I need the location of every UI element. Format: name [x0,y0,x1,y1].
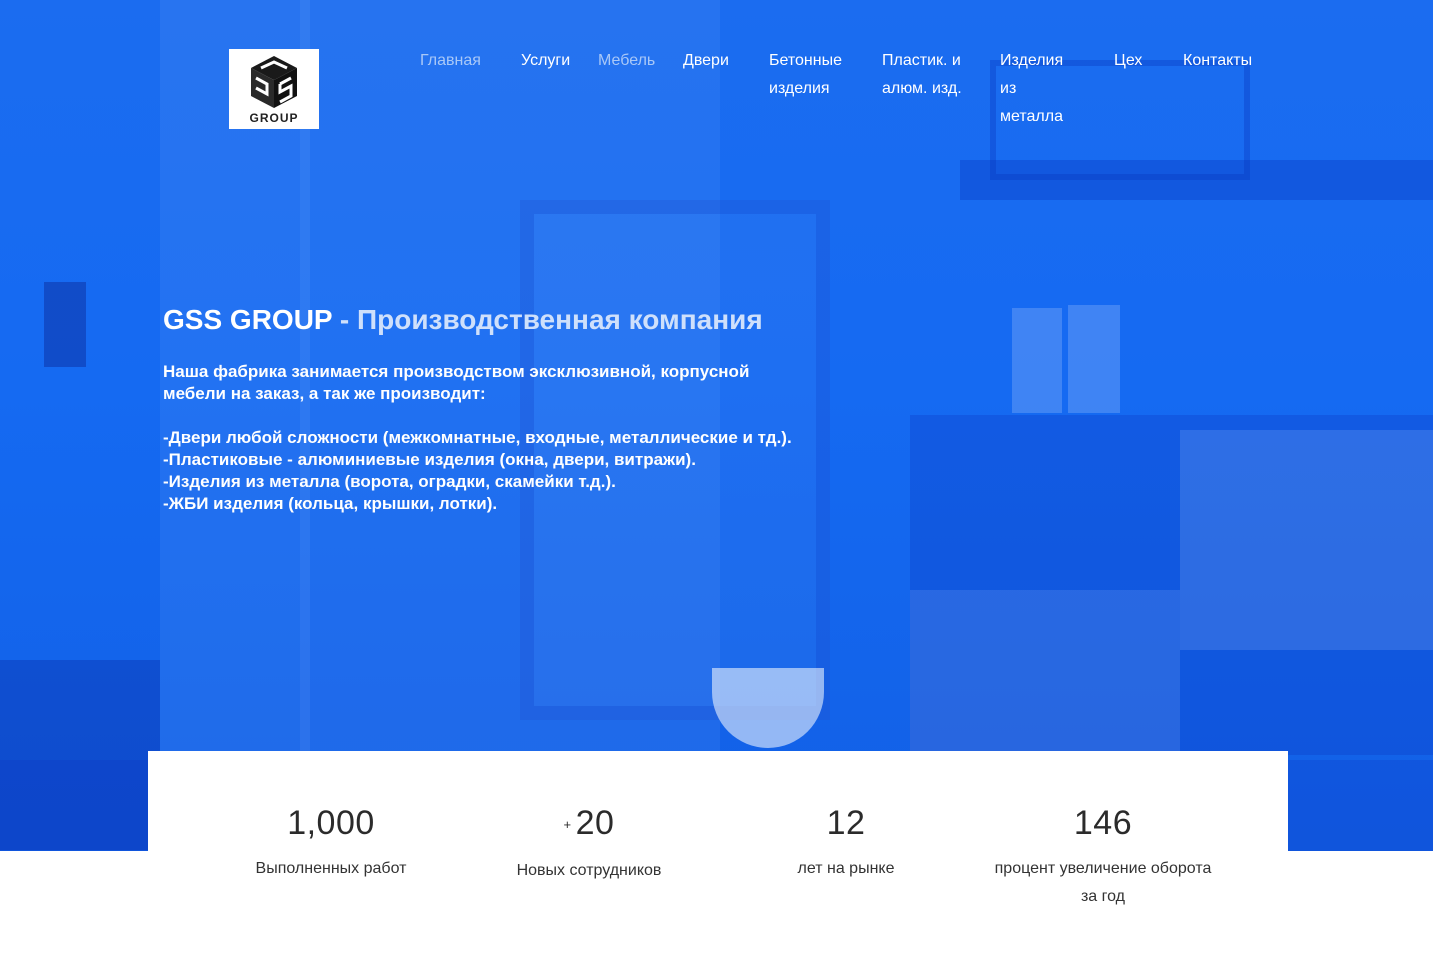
stat-number: 12 [826,804,866,842]
stat-value: 146 [973,803,1233,843]
stat-number: 146 [1073,804,1133,842]
stat-label: Выполненных работ [255,860,407,877]
list-item: -Двери любой сложности (межкомнатные, вх… [163,428,792,447]
background-drawer [1180,430,1433,650]
company-description: Наша фабрика занимается производством эк… [163,361,793,515]
main-nav: Главная Услуги Мебель Двери Бетонные изд… [0,47,1433,147]
stat-prefix: + [563,817,572,833]
page-subtitle: Производственная компания [356,304,763,335]
stat-label: Новых сотрудников [516,862,662,880]
nav-item-workshop[interactable]: Цех [1114,47,1142,75]
hero-section: GROUP Главная Услуги Мебель Двери Бетонн… [0,0,1433,851]
nav-item-metal[interactable]: Изделия из металла [1000,47,1063,131]
background-photo-frame [1012,308,1062,413]
background-shelf [960,160,1433,200]
stat-value: 12 [716,803,976,843]
nav-item-contacts[interactable]: Контакты [1183,47,1252,75]
stat-value: 1,000 [201,803,461,843]
nav-item-doors[interactable]: Двери [683,47,729,75]
nav-item-services[interactable]: Услуги [521,47,570,75]
background-speaker [44,282,86,367]
nav-item-concrete[interactable]: Бетонные изделия [769,47,842,103]
page-title: GSS GROUP - Производственная компания [163,304,763,336]
background-drawer [910,590,1180,760]
nav-item-home[interactable]: Главная [420,47,481,75]
nav-item-furniture[interactable]: Мебель [598,47,655,75]
stat-turnover-growth: 146 процент увеличение оборота за год [973,751,1233,911]
stat-label: лет на рынке [797,860,895,877]
stats-section: 1,000 Выполненных работ +20 Новых сотруд… [148,751,1288,954]
stat-years-on-market: 12 лет на рынке [716,751,976,883]
brand-title: GSS GROUP [163,304,333,335]
background-photo-frame [1068,305,1120,413]
stat-number: 20 [575,804,615,842]
intro-text: Наша фабрика занимается производством эк… [163,362,750,403]
background-bowl [712,668,824,748]
list-item: -Изделия из металла (ворота, оградки, ск… [163,472,616,491]
title-separator: - [332,304,357,335]
list-item: -Пластиковые - алюминиевые изделия (окна… [163,450,696,469]
list-item: -ЖБИ изделия (кольца, крышки, лотки). [163,494,498,513]
stat-value: +20 [459,803,719,845]
stat-number: 1,000 [287,804,375,842]
nav-item-plastic[interactable]: Пластик. и алюм. изд. [882,47,962,103]
stat-completed-works: 1,000 Выполненных работ [201,751,461,883]
stat-new-employees: +20 Новых сотрудников [459,751,719,885]
stat-label: процент увеличение оборота за год [994,860,1212,905]
